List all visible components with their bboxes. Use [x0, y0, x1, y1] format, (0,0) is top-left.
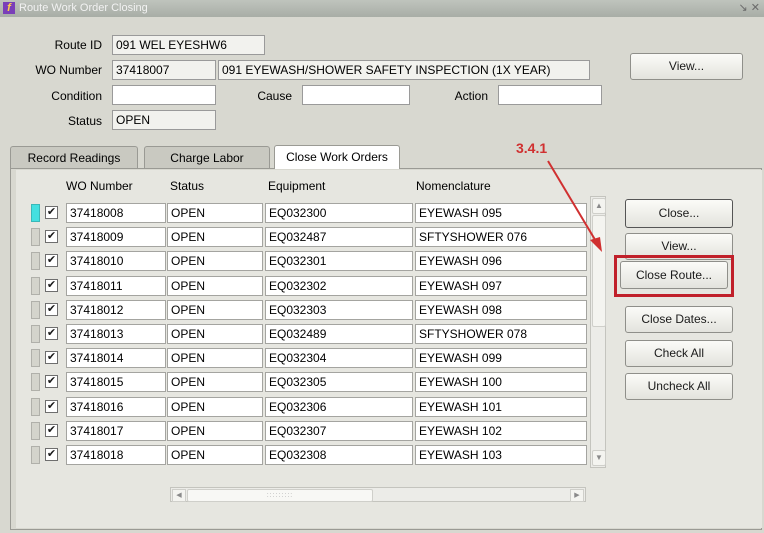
route-work-order-closing-window: f Route Work Order Closing ↘ ✕ Route ID …	[0, 0, 764, 533]
close-route-highlight-box	[614, 255, 734, 297]
tab-close-work-orders[interactable]: Close Work Orders	[274, 145, 400, 169]
